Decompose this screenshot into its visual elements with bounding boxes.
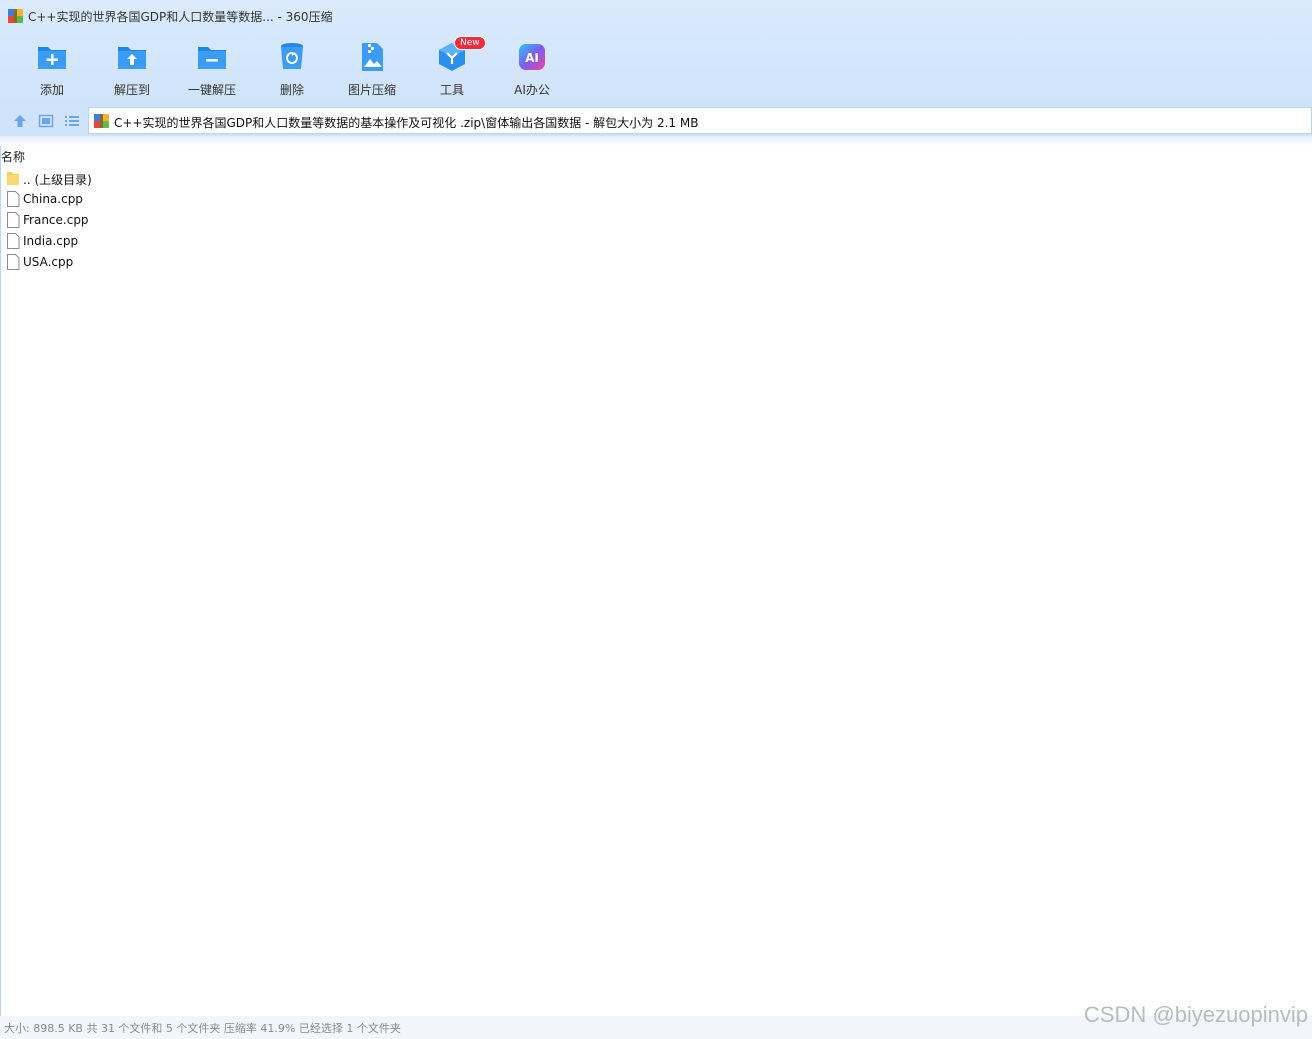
watermark: CSDN @biyezuopinvip bbox=[1083, 1002, 1308, 1027]
divider bbox=[0, 146, 1, 1016]
toolbar: 添加 解压到 一键解压 删除 图片压缩 New 工具 AI AI办公 bbox=[0, 32, 1312, 106]
tools-button[interactable]: New 工具 bbox=[414, 36, 490, 100]
file-icon bbox=[7, 191, 20, 207]
delete-label: 删除 bbox=[279, 83, 304, 97]
list-item[interactable]: France.cpp bbox=[0, 210, 1312, 231]
list-item-label: USA.cpp bbox=[23, 255, 74, 269]
list-item-label: .. (上级目录) bbox=[23, 173, 92, 187]
list-item-label: India.cpp bbox=[23, 234, 79, 248]
add-label: 添加 bbox=[39, 83, 64, 97]
list-item[interactable]: China.cpp bbox=[0, 189, 1312, 210]
ai-office-button[interactable]: AI AI办公 bbox=[494, 36, 570, 100]
ai-office-label: AI办公 bbox=[514, 83, 550, 97]
extract-to-icon bbox=[118, 47, 146, 69]
file-icon bbox=[7, 233, 20, 249]
image-compress-icon bbox=[362, 43, 383, 71]
list-item-parent-directory[interactable]: .. (上级目录) bbox=[0, 168, 1312, 189]
file-list: .. (上级目录) China.cpp France.cpp India.cpp… bbox=[0, 168, 1312, 273]
list-item[interactable]: India.cpp bbox=[0, 231, 1312, 252]
add-folder-icon bbox=[38, 47, 66, 69]
one-click-extract-icon bbox=[198, 47, 226, 69]
list-item[interactable]: USA.cpp bbox=[0, 252, 1312, 273]
add-button[interactable]: 添加 bbox=[14, 36, 90, 100]
tools-label: 工具 bbox=[439, 83, 464, 97]
status-text: 大小: 898.5 KB 共 31 个文件和 5 个文件夹 压缩率 41.9% … bbox=[4, 1022, 401, 1035]
up-arrow-icon[interactable] bbox=[12, 113, 28, 129]
ai-office-icon: AI bbox=[519, 44, 545, 70]
file-icon bbox=[7, 212, 20, 228]
list-item-label: China.cpp bbox=[23, 192, 83, 206]
window-title: C++实现的世界各国GDP和人口数量等数据... - 360压缩 bbox=[28, 10, 333, 24]
extract-to-button[interactable]: 解压到 bbox=[94, 36, 170, 100]
navigation-bar: C++实现的世界各国GDP和人口数量等数据的基本操作及可视化 .zip\窗体输出… bbox=[0, 106, 1312, 136]
zip-archive-icon bbox=[94, 114, 109, 128]
new-badge: New bbox=[454, 36, 486, 50]
list-item-label: France.cpp bbox=[23, 213, 89, 227]
app-archive-icon bbox=[8, 9, 23, 23]
column-header-name[interactable]: 名称 bbox=[1, 148, 25, 165]
list-view-icon[interactable] bbox=[64, 113, 80, 129]
one-click-extract-label: 一键解压 bbox=[187, 83, 236, 97]
extract-to-label: 解压到 bbox=[113, 83, 150, 97]
image-compress-label: 图片压缩 bbox=[347, 83, 396, 97]
thumbnail-view-icon[interactable] bbox=[38, 113, 54, 129]
delete-button[interactable]: 删除 bbox=[254, 36, 330, 100]
title-bar: C++实现的世界各国GDP和人口数量等数据... - 360压缩 bbox=[0, 0, 1312, 32]
list-header-strip bbox=[0, 136, 1312, 146]
svg-text:AI: AI bbox=[525, 51, 539, 65]
folder-icon bbox=[7, 172, 19, 185]
address-bar[interactable]: C++实现的世界各国GDP和人口数量等数据的基本操作及可视化 .zip\窗体输出… bbox=[88, 107, 1312, 134]
address-path: C++实现的世界各国GDP和人口数量等数据的基本操作及可视化 .zip\窗体输出… bbox=[114, 116, 699, 130]
file-icon bbox=[7, 254, 20, 270]
image-compress-button[interactable]: 图片压缩 bbox=[334, 36, 410, 100]
recycle-bin-icon bbox=[281, 43, 303, 69]
one-click-extract-button[interactable]: 一键解压 bbox=[174, 36, 250, 100]
